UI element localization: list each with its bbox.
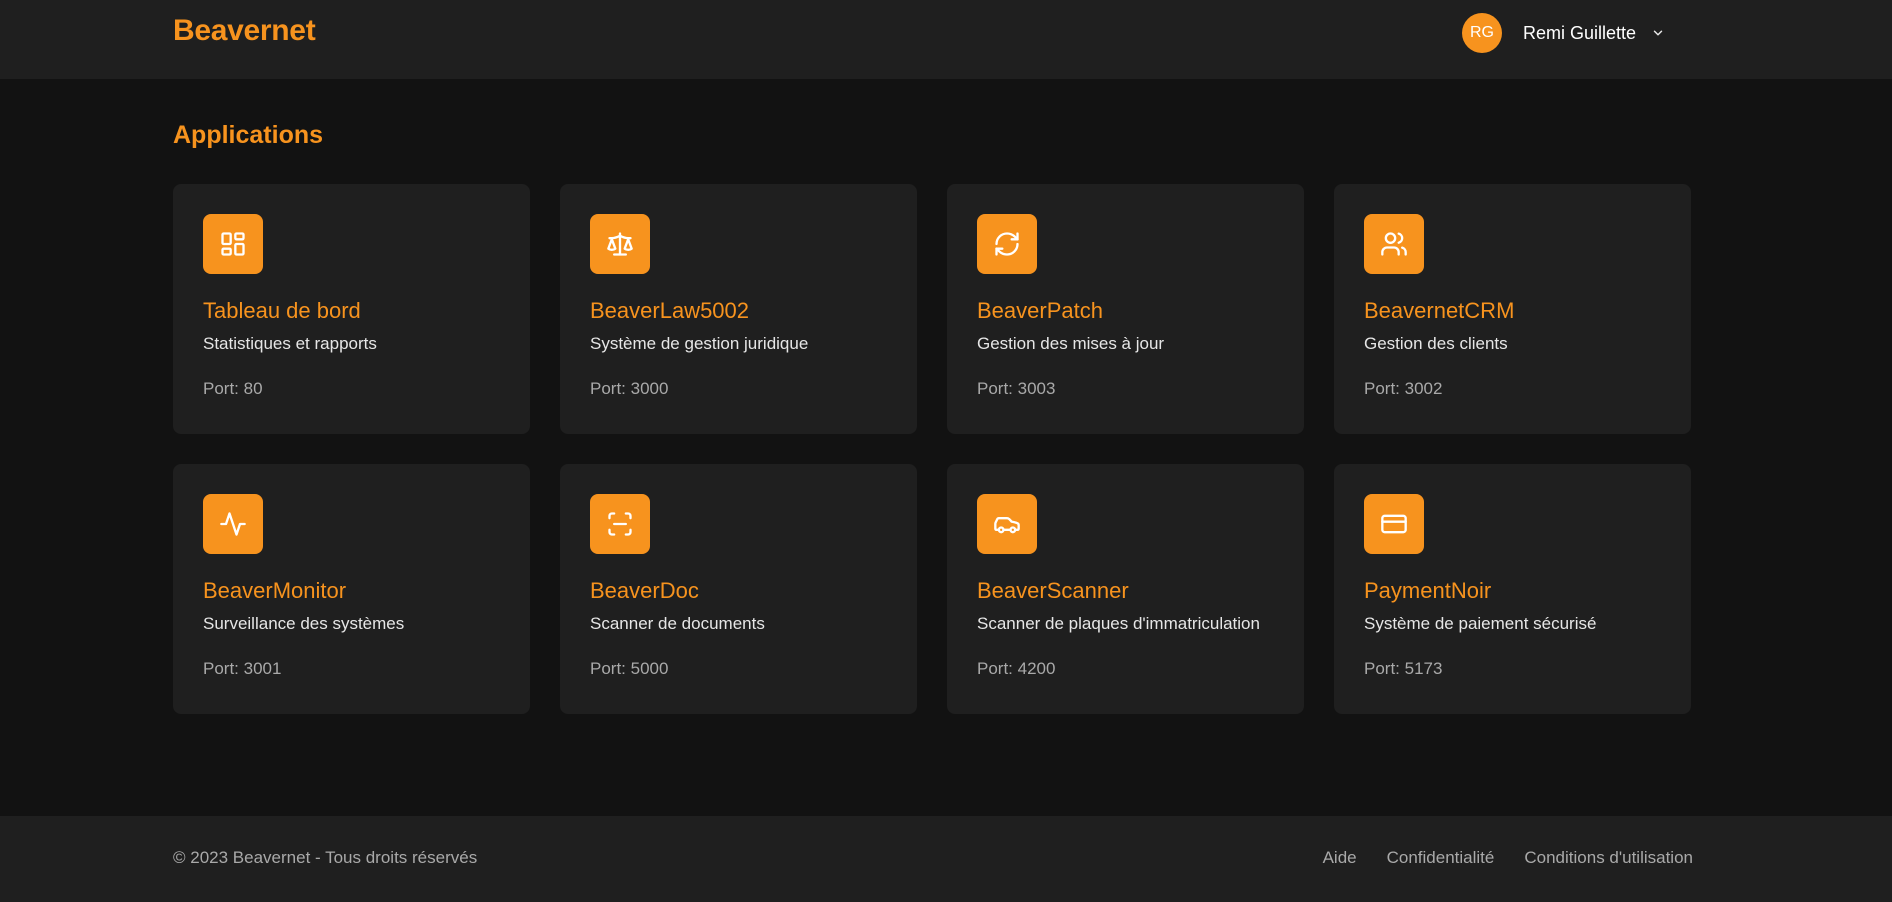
footer-link-confidentialite[interactable]: Confidentialité bbox=[1387, 848, 1495, 868]
app-port: Port: 5173 bbox=[1364, 659, 1443, 678]
footer: © 2023 Beavernet - Tous droits réservés … bbox=[0, 816, 1892, 902]
app-card-paymentnoir[interactable]: PaymentNoir Système de paiement sécurisé… bbox=[1334, 464, 1691, 714]
app-port: Port: 3001 bbox=[203, 659, 282, 678]
app-name: BeaverLaw5002 bbox=[590, 298, 750, 323]
app-card-beaverlaw5002[interactable]: BeaverLaw5002 Système de gestion juridiq… bbox=[560, 184, 917, 434]
scale-icon bbox=[590, 214, 650, 274]
app-name: PaymentNoir bbox=[1364, 578, 1492, 603]
app-name: BeaverDoc bbox=[590, 578, 699, 603]
app-grid: Tableau de bord Statistiques et rapports… bbox=[173, 184, 1691, 714]
page-title: Applications bbox=[173, 121, 324, 149]
dashboard-icon bbox=[203, 214, 263, 274]
app-description: Surveillance des systèmes bbox=[203, 614, 405, 633]
footer-link-aide[interactable]: Aide bbox=[1323, 848, 1357, 868]
app-name: BeavernetCRM bbox=[1364, 298, 1515, 323]
credit-card-icon bbox=[1364, 494, 1424, 554]
activity-icon bbox=[203, 494, 263, 554]
user-menu[interactable]: RG Remi Guillette bbox=[1462, 13, 1665, 53]
app-card-beaverdoc[interactable]: BeaverDoc Scanner de documents Port: 500… bbox=[560, 464, 917, 714]
car-icon bbox=[977, 494, 1037, 554]
user-name[interactable]: Remi Guillette bbox=[1523, 23, 1636, 44]
avatar[interactable]: RG bbox=[1462, 13, 1502, 53]
top-navbar: Beavernet RG Remi Guillette bbox=[0, 0, 1892, 79]
app-port: Port: 3002 bbox=[1364, 379, 1443, 398]
app-name: BeaverScanner bbox=[977, 578, 1129, 603]
chevron-down-icon[interactable] bbox=[1651, 26, 1665, 40]
app-name: BeaverMonitor bbox=[203, 578, 347, 603]
copyright-text: © 2023 Beavernet - Tous droits réservés bbox=[173, 848, 478, 867]
app-port: Port: 80 bbox=[203, 379, 263, 398]
app-port: Port: 3003 bbox=[977, 379, 1056, 398]
app-card-beaverpatch[interactable]: BeaverPatch Gestion des mises à jour Por… bbox=[947, 184, 1304, 434]
app-port: Port: 4200 bbox=[977, 659, 1056, 678]
app-description: Gestion des clients bbox=[1364, 334, 1508, 353]
app-description: Système de paiement sécurisé bbox=[1364, 614, 1597, 633]
app-card-beaverscanner[interactable]: BeaverScanner Scanner de plaques d'immat… bbox=[947, 464, 1304, 714]
users-icon bbox=[1364, 214, 1424, 274]
app-description: Scanner de plaques d'immatriculation bbox=[977, 614, 1260, 633]
app-description: Système de gestion juridique bbox=[590, 334, 809, 353]
app-description: Gestion des mises à jour bbox=[977, 334, 1165, 353]
app-name: Tableau de bord bbox=[203, 298, 361, 323]
app-name: BeaverPatch bbox=[977, 298, 1103, 323]
app-description: Scanner de documents bbox=[590, 614, 765, 633]
app-port: Port: 5000 bbox=[590, 659, 669, 678]
app-card-beavermonitor[interactable]: BeaverMonitor Surveillance des systèmes … bbox=[173, 464, 530, 714]
app-port: Port: 3000 bbox=[590, 379, 669, 398]
brand-logo[interactable]: Beavernet bbox=[173, 14, 316, 48]
footer-link-conditions[interactable]: Conditions d'utilisation bbox=[1524, 848, 1693, 868]
footer-links: Aide Confidentialité Conditions d'utilis… bbox=[1323, 848, 1693, 868]
app-card-tableau-de-bord[interactable]: Tableau de bord Statistiques et rapports… bbox=[173, 184, 530, 434]
refresh-icon bbox=[977, 214, 1037, 274]
app-card-beavernetcrm[interactable]: BeavernetCRM Gestion des clients Port: 3… bbox=[1334, 184, 1691, 434]
scan-icon bbox=[590, 494, 650, 554]
app-description: Statistiques et rapports bbox=[203, 334, 377, 353]
